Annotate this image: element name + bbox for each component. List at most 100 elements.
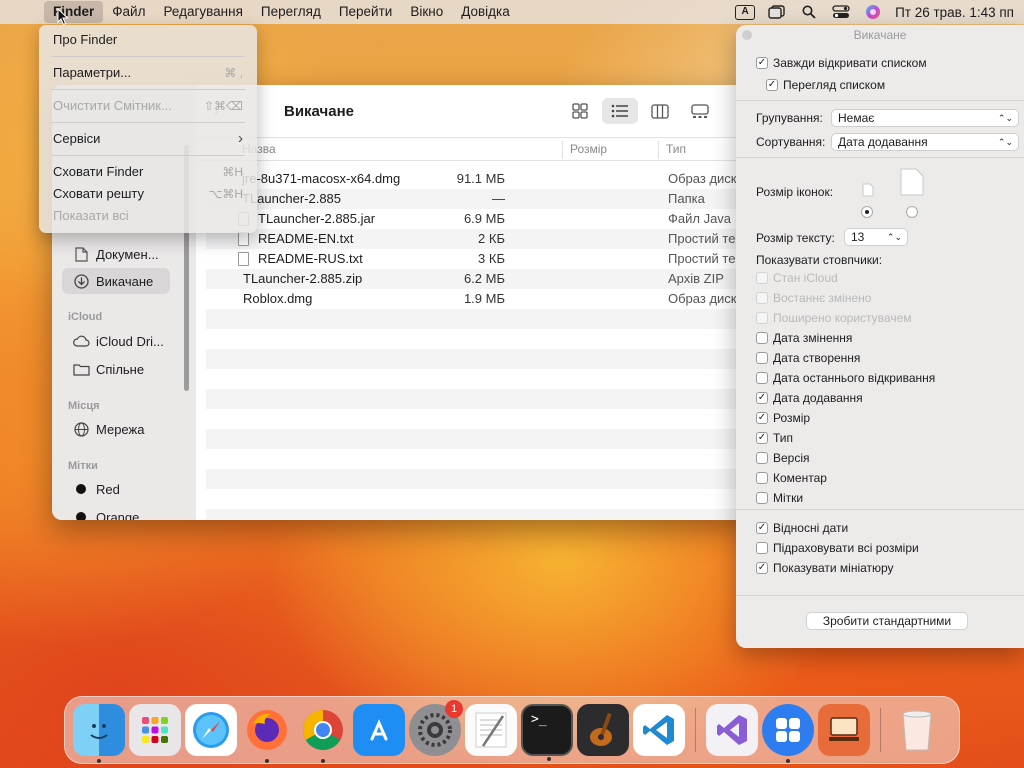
relative-dates-checkbox[interactable]: ✓ Відносні дати	[756, 519, 848, 537]
file-size: 1.9 МБ	[463, 291, 505, 306]
control-center-icon[interactable]	[825, 0, 857, 24]
firefox-dock-icon[interactable]	[241, 704, 293, 763]
group-by-label: Групування:	[756, 111, 823, 125]
menu-item-settings[interactable]: Параметри... ⌘ ,	[39, 62, 257, 84]
list-view-button[interactable]	[602, 98, 638, 124]
calculate-sizes-checkbox[interactable]: Підраховувати всі розміри	[756, 539, 919, 557]
checkmark-icon: ✓	[756, 432, 768, 444]
column-kind-header[interactable]: Тип	[666, 142, 686, 156]
sidebar-item-shared[interactable]: Спільне	[62, 356, 170, 382]
menu-shortcut: ⌘ ,	[224, 66, 243, 80]
column-checkbox[interactable]: Коментар	[756, 469, 827, 487]
menu-item-label: Показати всі	[53, 208, 129, 223]
column-checkbox[interactable]: Мітки	[756, 489, 803, 507]
input-source-icon[interactable]: A	[729, 0, 761, 24]
spotlight-search-icon[interactable]	[793, 0, 825, 24]
checkbox-label: Розмір	[773, 411, 811, 425]
menu-item-label: Очистити Смітник...	[53, 98, 172, 113]
dock: 1 >_	[64, 696, 960, 764]
column-checkbox[interactable]: Дата останнього відкривання	[756, 369, 935, 387]
select-value: Дата додавання	[838, 135, 928, 149]
checkbox-box	[756, 472, 768, 484]
file-kind: Простий те	[668, 231, 736, 246]
column-checkbox[interactable]: ✓ Дата додавання	[756, 389, 863, 407]
menu-view[interactable]: Перегляд	[252, 1, 330, 23]
file-row[interactable]: TLauncher-2.885.jar 6.9 МБ Файл Java	[206, 209, 752, 229]
show-preview-checkbox[interactable]: ✓ Показувати мініатюру	[756, 559, 894, 577]
column-checkbox[interactable]: Дата створення	[756, 349, 860, 367]
app-store-dock-icon[interactable]	[353, 704, 405, 756]
file-row[interactable]: TLauncher-2.885 — Папка	[206, 189, 752, 209]
menu-item-hide-others[interactable]: Сховати решту ⌥⌘H	[39, 183, 257, 205]
column-checkbox[interactable]: Дата змінення	[756, 329, 852, 347]
launchpad-dock-icon[interactable]	[129, 704, 181, 756]
sidebar-item-documents[interactable]: Докумен...	[62, 241, 170, 267]
chrome-dock-icon[interactable]	[297, 704, 349, 763]
shared-folder-icon	[70, 363, 92, 376]
group-by-select[interactable]: Немає ⌃⌄	[831, 109, 1019, 127]
file-kind: Образ диск	[668, 291, 737, 306]
menu-item-hide-finder[interactable]: Сховати Finder ⌘H	[39, 161, 257, 183]
file-row[interactable]: Roblox.dmg 1.9 МБ Образ диск	[206, 289, 752, 309]
gallery-view-button[interactable]	[682, 98, 718, 124]
column-checkbox: Востаннє змінено	[756, 289, 871, 307]
tlauncher-dock-icon[interactable]	[762, 704, 814, 763]
sort-by-select[interactable]: Дата додавання ⌃⌄	[831, 133, 1019, 151]
file-row[interactable]: README-EN.txt 2 КБ Простий те	[206, 229, 752, 249]
stage-manager-icon[interactable]	[761, 0, 793, 24]
checkmark-icon: ✓	[756, 562, 768, 574]
column-view-button[interactable]	[642, 98, 678, 124]
menu-file[interactable]: Файл	[103, 1, 154, 23]
menubar-clock[interactable]: Пт 26 трав. 1:43 пп	[889, 5, 1024, 20]
dock-separator	[880, 708, 881, 752]
checkbox-label: Поширено користувачем	[773, 311, 912, 325]
column-checkbox[interactable]: Версія	[756, 449, 810, 467]
icon-size-large-radio[interactable]	[906, 206, 918, 218]
textedit-dock-icon[interactable]	[465, 704, 517, 756]
sidebar-item-icloud-drive[interactable]: iCloud Dri...	[62, 328, 170, 354]
trash-dock-icon[interactable]	[891, 704, 943, 756]
finder-dock-icon[interactable]	[73, 704, 125, 763]
empty-row	[206, 489, 752, 509]
visual-studio-dock-icon[interactable]	[706, 704, 758, 756]
file-row[interactable]: jre-8u371-macosx-x64.dmg 91.1 МБ Образ д…	[206, 169, 752, 189]
file-row[interactable]: README-RUS.txt 3 КБ Простий те	[206, 249, 752, 269]
use-as-defaults-button[interactable]: Зробити стандартними	[806, 612, 968, 630]
file-size: 91.1 МБ	[456, 171, 505, 186]
always-open-list-checkbox[interactable]: ✓ Завжди відкривати списком	[756, 54, 927, 72]
close-button[interactable]	[742, 30, 752, 40]
menu-edit[interactable]: Редагування	[154, 1, 251, 23]
file-row[interactable]: TLauncher-2.885.zip 6.2 МБ Архів ZIP	[206, 269, 752, 289]
column-size-header[interactable]: Розмір	[570, 142, 607, 156]
menu-window[interactable]: Вікно	[401, 1, 452, 23]
sort-by-label: Сортування:	[756, 135, 826, 149]
siri-icon[interactable]	[857, 0, 889, 24]
sidebar-item-downloads[interactable]: Викачане	[62, 268, 170, 294]
sidebar-tag-orange[interactable]: Orange	[62, 504, 170, 520]
icon-view-button[interactable]	[562, 98, 598, 124]
vscode-dock-icon[interactable]	[633, 704, 685, 756]
updown-chevron-icon: ⌃⌄	[997, 113, 1013, 123]
column-checkbox[interactable]: ✓ Тип	[756, 429, 793, 447]
screen-sharing-dock-icon[interactable]	[818, 704, 870, 756]
sidebar-section-locations: Місця	[68, 400, 100, 412]
garageband-dock-icon[interactable]	[577, 704, 629, 756]
menu-help[interactable]: Довідка	[452, 1, 519, 23]
icon-size-small-radio[interactable]	[861, 206, 873, 218]
checkbox-label: Дата додавання	[773, 391, 863, 405]
menu-shortcut: ⌘H	[222, 165, 243, 179]
text-size-select[interactable]: 13 ⌃⌄	[844, 228, 908, 246]
system-settings-dock-icon[interactable]: 1	[409, 700, 463, 756]
menu-item-about-finder[interactable]: Про Finder	[39, 29, 257, 51]
checkmark-icon: ✓	[756, 57, 768, 69]
menu-item-services[interactable]: Сервіси ›	[39, 128, 257, 150]
menu-go[interactable]: Перейти	[330, 1, 402, 23]
sidebar-item-network[interactable]: Мережа	[62, 416, 170, 442]
menu-finder[interactable]: Finder	[44, 1, 104, 23]
terminal-dock-icon[interactable]: >_	[521, 704, 573, 761]
view-list-checkbox[interactable]: ✓ Перегляд списком	[766, 76, 885, 94]
sidebar-tag-red[interactable]: Red	[62, 476, 170, 502]
column-checkbox[interactable]: ✓ Розмір	[756, 409, 810, 427]
safari-dock-icon[interactable]	[185, 704, 237, 756]
updown-chevron-icon: ⌃⌄	[997, 137, 1013, 147]
